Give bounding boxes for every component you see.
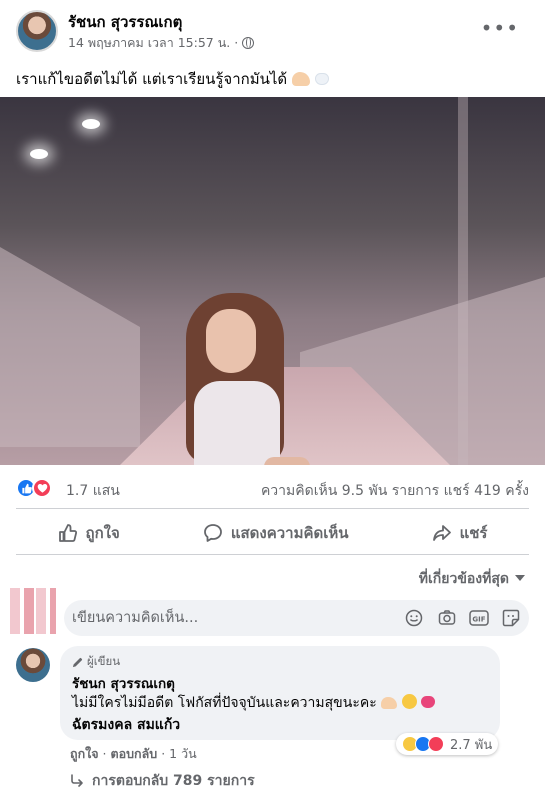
white-heart-icon <box>314 73 329 85</box>
street-lamp <box>82 119 100 129</box>
comments-shares-count[interactable]: ความคิดเห็น 9.5 พัน รายการ แชร์ 419 ครั้… <box>261 480 529 502</box>
comment-meta: ถูกใจ · ตอบกลับ · 1 วัน <box>70 744 197 764</box>
share-button[interactable]: แชร์ <box>432 521 488 545</box>
post-actions: ถูกใจ แสดงความคิดเห็น แชร์ <box>16 514 529 552</box>
post-photo[interactable] <box>0 97 545 465</box>
comment-sort-dropdown[interactable]: ที่เกี่ยวข้องที่สุด <box>419 568 525 590</box>
replies-label: การตอบกลับ 789 รายการ <box>92 773 255 789</box>
commenter-name[interactable]: รัชนก สุวรรณเกตุ <box>72 672 175 694</box>
svg-text:GIF: GIF <box>472 616 485 624</box>
view-replies-link[interactable]: การตอบกลับ 789 รายการ <box>70 770 255 792</box>
author-name[interactable]: รัชนก สุวรรณเกตุ <box>68 10 182 34</box>
comment-composer[interactable]: GIF <box>64 600 529 636</box>
post-meta: 14 พฤษภาคม เวลา 15:57 น. · <box>68 33 255 53</box>
author-avatar[interactable] <box>16 10 58 52</box>
comment-label: แสดงความคิดเห็น <box>230 524 349 542</box>
sort-label: ที่เกี่ยวข้องที่สุด <box>418 571 509 587</box>
post-caption: เราแก้ไขอดีตไม่ได้ แต่เราเรียนรู้จากมันไ… <box>16 67 329 91</box>
comment-reaction-count: 2.7 พัน <box>450 737 493 753</box>
comment-like-link[interactable]: ถูกใจ <box>70 746 99 761</box>
person-arm <box>264 457 310 465</box>
separator: · <box>157 746 170 761</box>
gif-icon[interactable]: GIF <box>469 608 489 628</box>
reply-arrow-icon <box>71 774 83 787</box>
person-face <box>206 309 256 373</box>
pencil-icon <box>72 657 83 667</box>
love-reaction-icon <box>32 478 52 498</box>
caption-text: เราแก้ไขอดีตไม่ได้ แต่เราเรียนรู้จากมันไ… <box>16 70 288 88</box>
camera-icon[interactable] <box>437 608 457 628</box>
caret-down-icon <box>515 575 525 581</box>
heart-icon <box>421 696 436 708</box>
more-options-icon[interactable]: ••• <box>481 16 519 40</box>
bridge-pillar <box>458 97 468 465</box>
separator: · <box>98 746 111 761</box>
emoji-icon[interactable] <box>404 608 424 628</box>
comment-reply-link[interactable]: ตอบกลับ <box>111 746 158 761</box>
author-badge-label: ผู้เขียน <box>87 654 121 668</box>
reaction-icons[interactable] <box>16 478 52 498</box>
author-badge: ผู้เขียน <box>72 653 120 671</box>
flexed-biceps-icon <box>291 72 310 86</box>
comment-reactions[interactable]: 2.7 พัน <box>396 733 499 755</box>
globe-icon <box>242 37 255 49</box>
comment-button[interactable]: แสดงความคิดเห็น <box>203 521 349 545</box>
comment-bubble: ผู้เขียน รัชนก สุวรรณเกตุ ไม่มีใครไม่มีอ… <box>60 646 500 740</box>
comment-input[interactable] <box>72 600 392 636</box>
reaction-count[interactable]: 1.7 แสน <box>66 480 120 502</box>
smiling-face-icon <box>401 694 417 709</box>
divider <box>16 554 529 555</box>
sticker-icon[interactable] <box>501 608 521 628</box>
flexed-biceps-icon <box>381 697 398 709</box>
divider <box>16 508 529 509</box>
current-user-avatar[interactable] <box>10 588 56 634</box>
comment-text: ไม่มีใครไม่มีอดีต โฟกัสที่ปัจจุบันและควา… <box>72 692 492 714</box>
share-arrow-icon <box>432 525 451 541</box>
comment-bubble-icon <box>203 524 222 542</box>
bridge-railing-left <box>0 247 140 447</box>
like-button[interactable]: ถูกใจ <box>58 521 120 545</box>
comment-body: ไม่มีใครไม่มีอดีต โฟกัสที่ปัจจุบันและควา… <box>72 695 377 711</box>
post-header: รัชนก สุวรรณเกตุ 14 พฤษภาคม เวลา 15:57 น… <box>0 0 545 62</box>
post-timestamp[interactable]: 14 พฤษภาคม เวลา 15:57 น. · <box>68 33 238 53</box>
share-label: แชร์ <box>459 524 488 542</box>
person-shirt <box>194 381 280 465</box>
love-reaction-icon <box>428 736 444 752</box>
post-stats: 1.7 แสน ความคิดเห็น 9.5 พัน รายการ แชร์ … <box>0 472 545 504</box>
like-label: ถูกใจ <box>85 524 120 542</box>
street-lamp <box>30 149 48 159</box>
commenter-avatar[interactable] <box>16 648 50 682</box>
comment-time[interactable]: 1 วัน <box>169 746 197 761</box>
thumbs-up-icon <box>58 524 77 542</box>
tagged-user[interactable]: ฉัตรมงคล สมแก้ว <box>72 714 180 736</box>
